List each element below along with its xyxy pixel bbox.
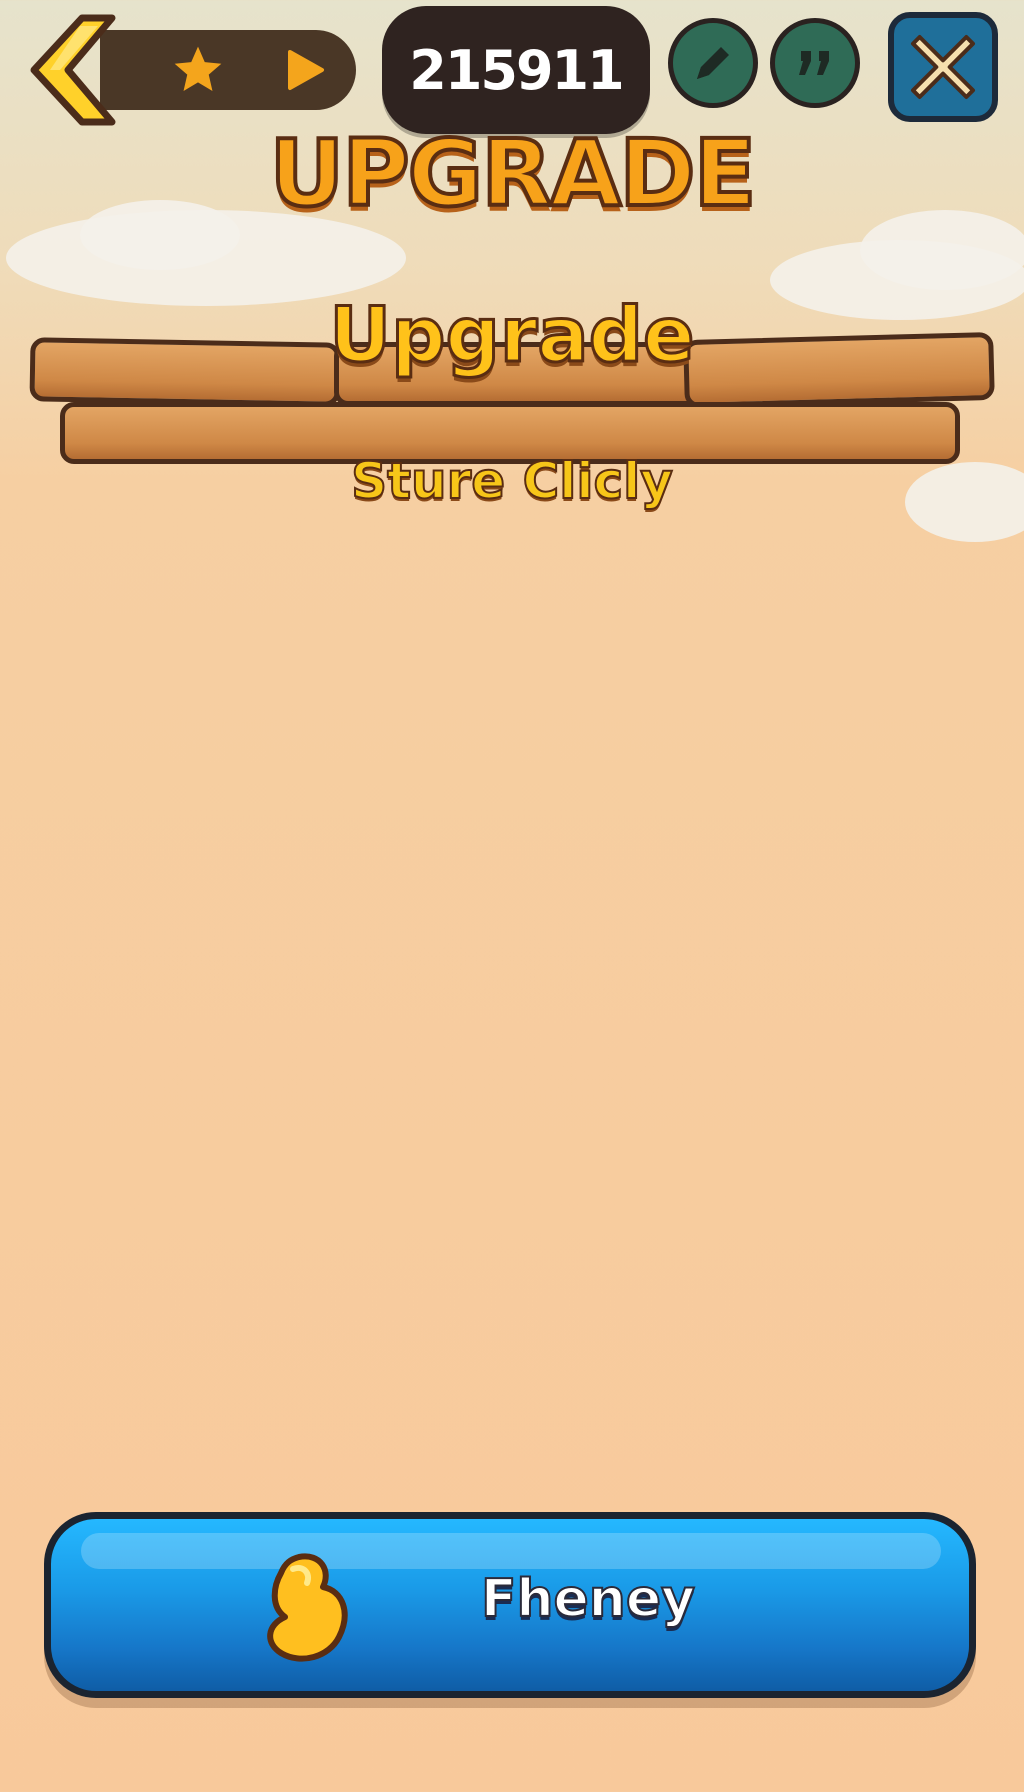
upgrade-action-button[interactable]: Fheney — [44, 1512, 976, 1698]
play-icon[interactable] — [280, 46, 328, 94]
close-button[interactable] — [888, 12, 998, 122]
close-icon — [911, 35, 975, 99]
gold-coin-icon — [267, 1553, 348, 1662]
score-value: 215911 — [409, 38, 624, 102]
score-display: 215911 — [382, 6, 650, 134]
chevron-left-icon[interactable] — [20, 12, 120, 128]
page-title: UPGRADE — [268, 118, 759, 229]
pencil-icon — [697, 47, 729, 79]
level-progress-bar — [100, 30, 356, 110]
sign-subtitle: Sture Clicly — [350, 451, 674, 511]
sign-title: Upgrade — [328, 289, 696, 381]
action-button-label: Fheney — [480, 1568, 696, 1630]
button-sheen — [81, 1533, 941, 1569]
quote-icon — [799, 51, 829, 75]
quote-button[interactable] — [770, 18, 860, 108]
star-icon — [174, 46, 222, 91]
top-hud: 215911 — [0, 0, 1024, 140]
edit-button[interactable] — [668, 18, 758, 108]
